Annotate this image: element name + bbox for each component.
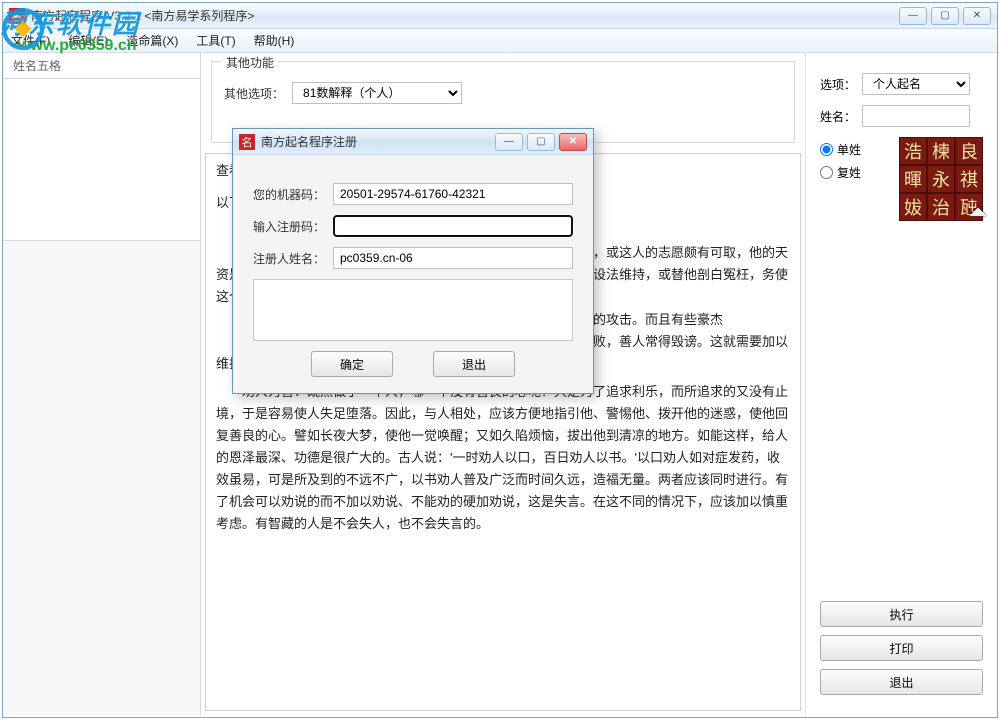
dialog-maximize-button[interactable]: ▢ <box>527 133 555 151</box>
exit-button[interactable]: 退出 <box>820 669 983 695</box>
char-cell[interactable]: 祺 <box>955 165 983 193</box>
surname-input[interactable] <box>862 105 970 127</box>
machine-code-label: 您的机器码： <box>253 186 325 203</box>
right-pane: 选项： 个人起名 姓名： 单姓 复姓 浩 楝 良 暉 永 祺 <box>805 53 997 715</box>
radio-compound[interactable]: 复姓 <box>820 164 861 181</box>
reg-user-input[interactable] <box>333 247 573 269</box>
char-cell[interactable]: 永 <box>927 165 955 193</box>
hidden-row <box>224 110 782 124</box>
main-title: 南方起名程序 V3.2.1 <南方易学系列程序> <box>31 7 899 24</box>
dialog-window-controls: ― ▢ ✕ <box>495 133 587 151</box>
char-cell cursor[interactable]: 瓲 <box>955 193 983 221</box>
menubar: 文件(F) 编辑(E) 造命篇(X) 工具(T) 帮助(H) <box>3 29 997 53</box>
dialog-minimize-button[interactable]: ― <box>495 133 523 151</box>
dialog-message-box <box>253 279 573 341</box>
window-controls: ― ▢ ✕ <box>899 7 991 25</box>
other-option-select[interactable]: 81数解释（个人） <box>292 82 462 104</box>
register-dialog: 名 南方起名程序注册 ― ▢ ✕ 您的机器码： 输入注册码： 注册人姓名： 确定… <box>232 128 594 394</box>
close-button[interactable]: ✕ <box>963 7 991 25</box>
right-option-select[interactable]: 个人起名 <box>862 73 970 95</box>
dialog-close-button[interactable]: ✕ <box>559 133 587 151</box>
char-grid[interactable]: 浩 楝 良 暉 永 祺 妭 治 瓲 <box>899 137 983 221</box>
left-pane: 姓名五格 <box>3 53 201 715</box>
reg-code-input[interactable] <box>333 215 573 237</box>
menu-help[interactable]: 帮助(H) <box>254 32 295 49</box>
char-cell[interactable]: 治 <box>927 193 955 221</box>
action-buttons: 执行 打印 退出 <box>820 601 983 695</box>
reg-code-label: 输入注册码： <box>253 218 325 235</box>
dialog-cancel-button[interactable]: 退出 <box>433 351 515 377</box>
radio-single[interactable]: 单姓 <box>820 141 861 158</box>
char-cell[interactable]: 浩 <box>899 137 927 165</box>
reg-user-label: 注册人姓名： <box>253 250 325 267</box>
execute-button[interactable]: 执行 <box>820 601 983 627</box>
print-button[interactable]: 打印 <box>820 635 983 661</box>
app-icon: 名 <box>9 8 25 24</box>
menu-edit[interactable]: 编辑(E) <box>68 32 108 49</box>
main-titlebar: 名 南方起名程序 V3.2.1 <南方易学系列程序> ― ▢ ✕ <box>3 3 997 29</box>
left-tab[interactable]: 姓名五格 <box>3 53 200 79</box>
left-empty-box <box>3 79 200 241</box>
paragraph-2: 劝人为善：既然做了一个人，哪一个没有善良的心呢？只是为了追求利乐，而所追求的又没… <box>216 381 790 536</box>
char-cell[interactable]: 暉 <box>899 165 927 193</box>
maximize-button[interactable]: ▢ <box>931 7 959 25</box>
right-option-label: 选项： <box>820 76 856 93</box>
right-name-label: 姓名： <box>820 108 856 125</box>
minimize-button[interactable]: ― <box>899 7 927 25</box>
other-option-label: 其他选项： <box>224 85 284 102</box>
menu-file[interactable]: 文件(F) <box>11 32 50 49</box>
char-cell[interactable]: 良 <box>955 137 983 165</box>
group-legend: 其他功能 <box>222 54 278 71</box>
dialog-icon: 名 <box>239 134 255 150</box>
dialog-ok-button[interactable]: 确定 <box>311 351 393 377</box>
char-cell[interactable]: 楝 <box>927 137 955 165</box>
menu-fate[interactable]: 造命篇(X) <box>126 32 178 49</box>
dialog-body: 您的机器码： 输入注册码： 注册人姓名： 确定 退出 <box>233 155 593 393</box>
svg-text:名: 名 <box>242 135 253 149</box>
dialog-titlebar: 名 南方起名程序注册 ― ▢ ✕ <box>233 129 593 155</box>
menu-tools[interactable]: 工具(T) <box>196 32 235 49</box>
svg-text:名: 名 <box>12 9 23 23</box>
surname-radios: 单姓 复姓 <box>820 141 861 181</box>
char-cell[interactable]: 妭 <box>899 193 927 221</box>
machine-code-field[interactable] <box>333 183 573 205</box>
dialog-title: 南方起名程序注册 <box>261 133 495 150</box>
